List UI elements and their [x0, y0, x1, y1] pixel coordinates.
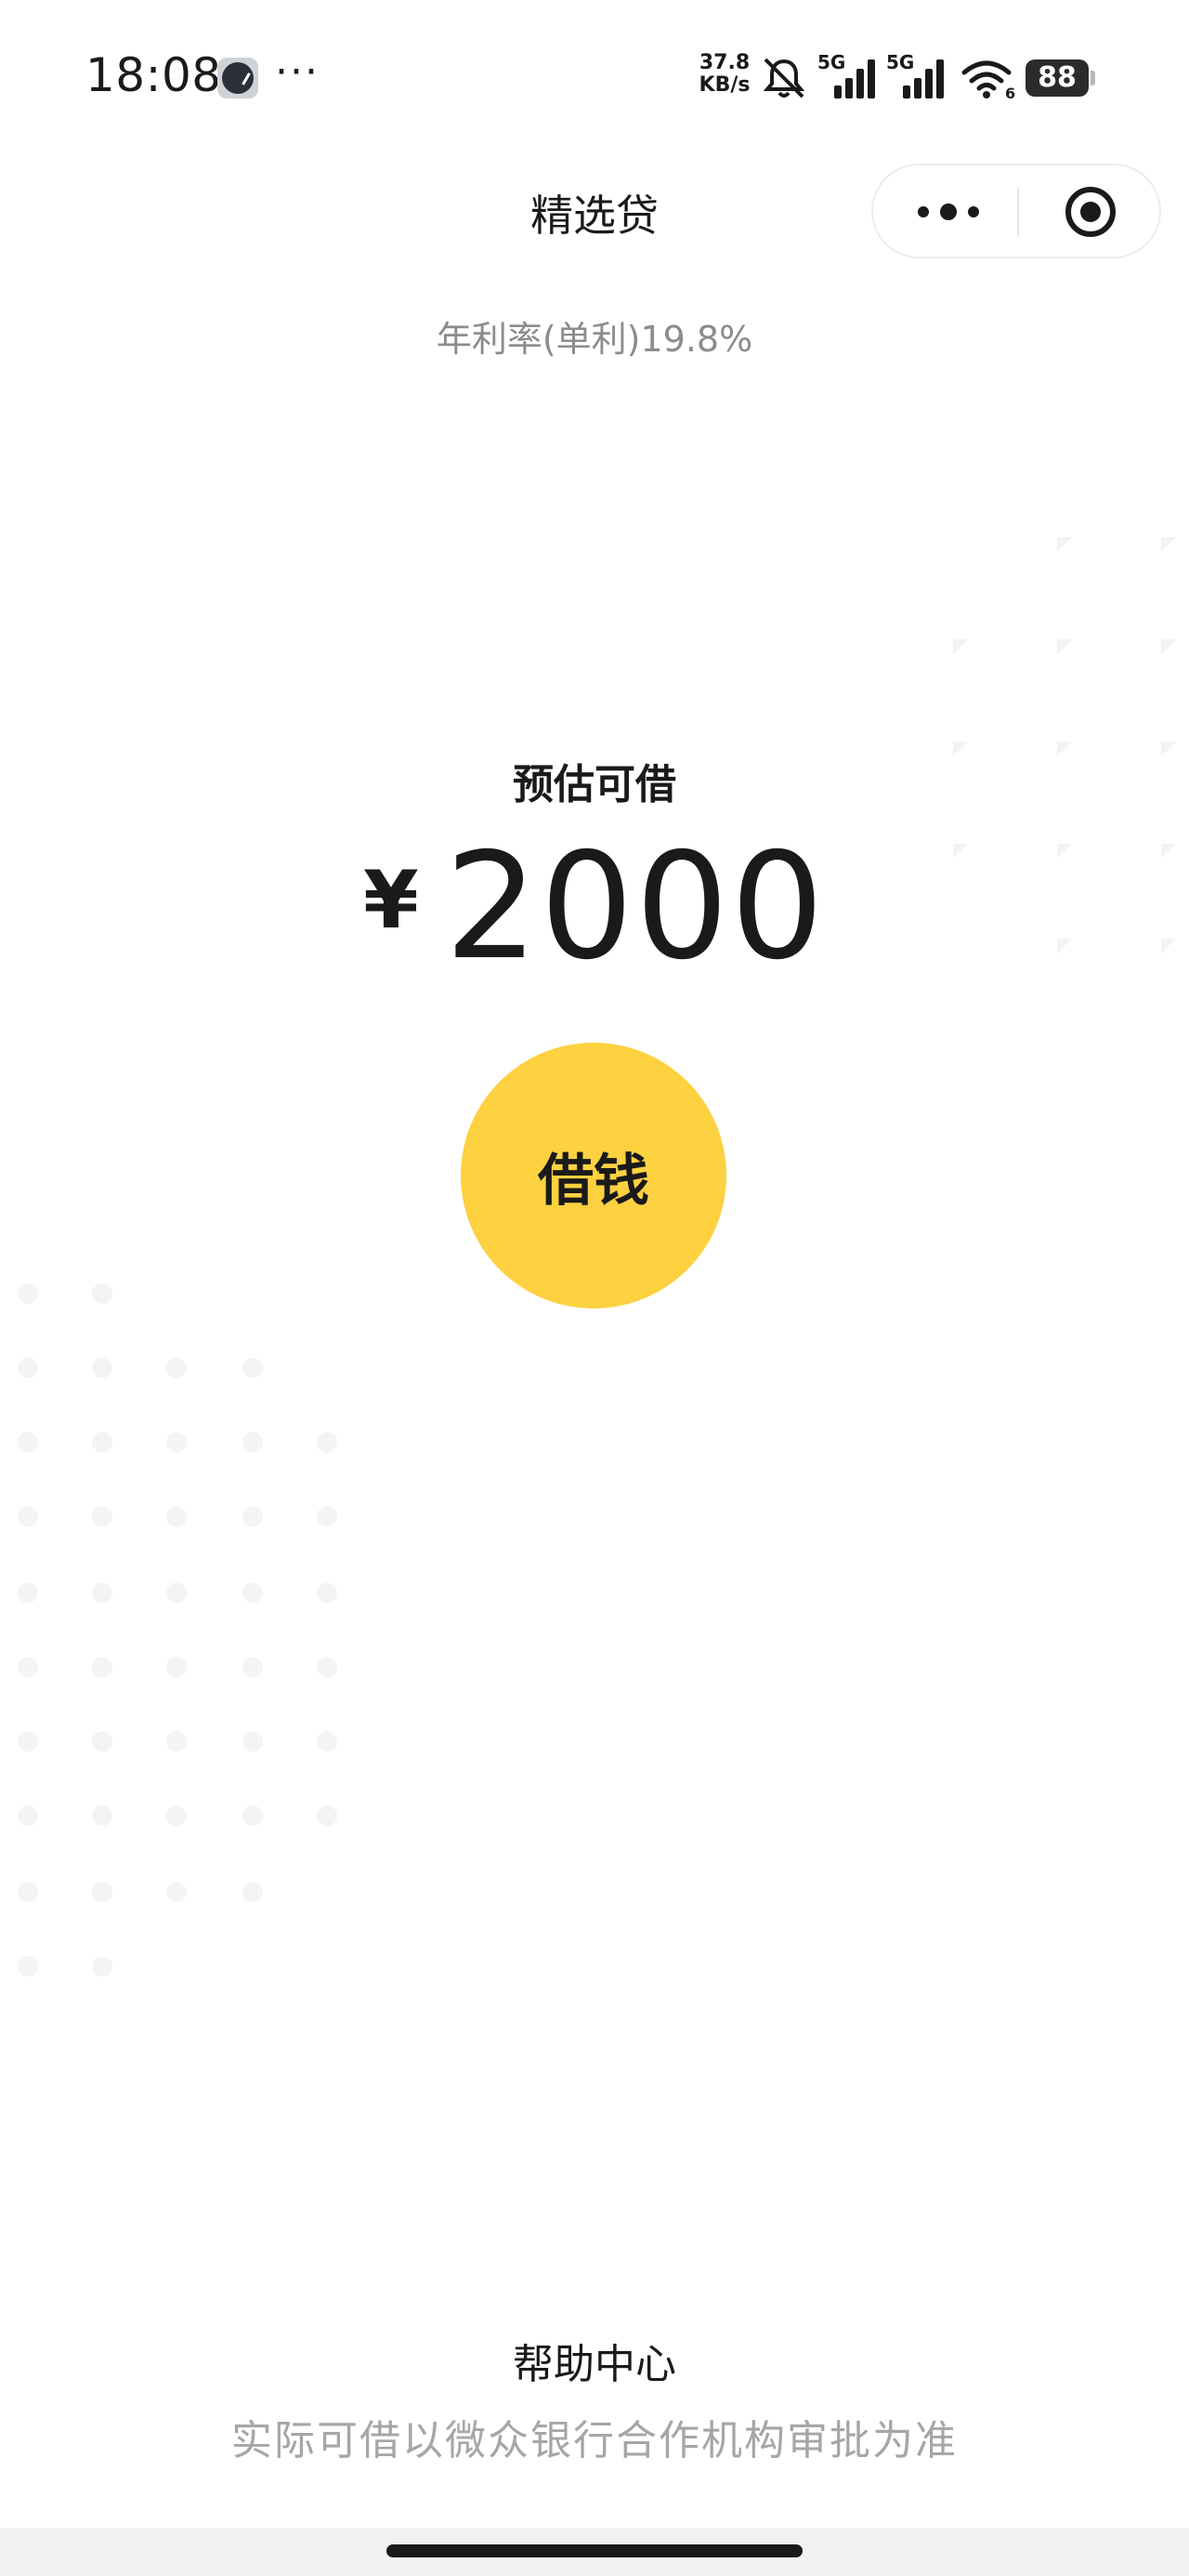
loan-amount: ¥2000 [316, 821, 873, 992]
amount-value: 2000 [444, 821, 826, 992]
clock-app-icon [217, 58, 258, 99]
disclaimer-text: 实际可借以微众银行合作机构审批为准 [231, 2417, 958, 2464]
wifi-icon: 6 [961, 60, 1015, 100]
signal-2-label: 5G [886, 52, 914, 73]
interest-rate: 年利率(单利)19.8% [436, 319, 753, 360]
network-speed-unit: KB/s [699, 73, 751, 97]
more-dots-icon[interactable] [914, 184, 988, 240]
status-time: 18:08 [85, 48, 222, 102]
page-title: 精选贷 [530, 191, 659, 241]
miniprogram-capsule [871, 164, 1161, 258]
close-miniprogram-icon[interactable] [1063, 184, 1118, 240]
decorative-dots [18, 1283, 337, 1977]
help-center-link[interactable]: 帮助中心 [409, 2331, 780, 2390]
network-speed: 37.8 KB/s [699, 52, 751, 97]
signal-icon: 5G [817, 52, 875, 99]
borrow-button[interactable]: 借钱 [461, 1043, 726, 1308]
network-speed-value: 37.8 [699, 51, 751, 74]
wifi-label: 6 [1005, 85, 1015, 100]
signal-icon: 5G [886, 52, 944, 99]
battery-tip [1091, 71, 1095, 85]
capsule-divider [1017, 188, 1019, 236]
decorative-triangles [953, 537, 1176, 953]
battery-icon: 88 [1026, 59, 1089, 97]
status-bar: 18:08 ··· 37.8 KB/s 5G 5G 6 88 [0, 0, 1189, 139]
estimate-label: 预估可借 [513, 761, 676, 808]
currency-symbol: ¥ [363, 854, 419, 947]
mute-icon [763, 58, 805, 99]
status-more-icon: ··· [275, 48, 320, 96]
signal-1-label: 5G [817, 52, 845, 73]
home-indicator[interactable] [386, 2544, 803, 2557]
